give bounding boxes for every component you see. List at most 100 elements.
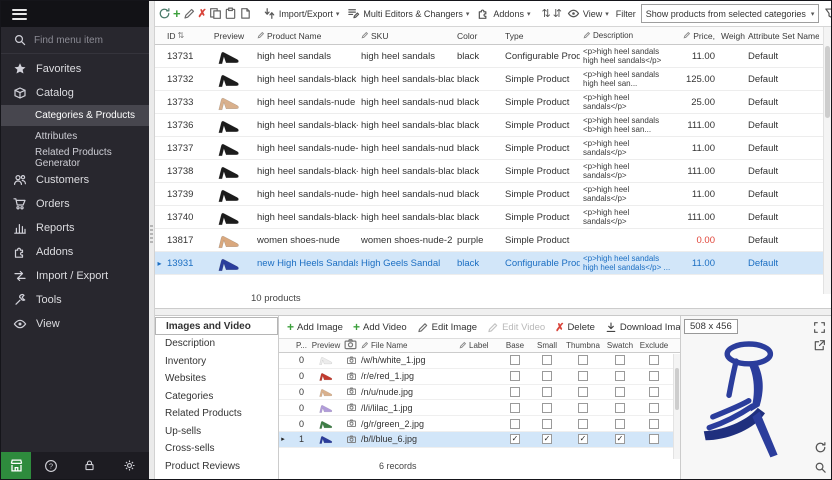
tab-images-and-video[interactable]: Images and Video xyxy=(155,317,278,335)
sidebar-item-view[interactable]: View xyxy=(1,312,149,336)
paste-button[interactable] xyxy=(224,6,237,22)
add-product-button[interactable]: + xyxy=(173,6,181,22)
column-header-ind[interactable] xyxy=(155,27,164,44)
tab-up-sells[interactable]: Up-sells xyxy=(155,423,278,441)
refresh-button[interactable] xyxy=(158,6,171,22)
exclude-checkbox[interactable] xyxy=(649,403,659,413)
product-row-13817[interactable]: 13817women shoes-nudewomen shoes-nude-2p… xyxy=(155,229,831,252)
exclude-checkbox[interactable] xyxy=(649,434,659,444)
exclude-checkbox[interactable] xyxy=(649,355,659,365)
column-header-type[interactable]: Type xyxy=(502,27,580,44)
splitter-grip[interactable] xyxy=(150,225,153,245)
edit-product-button[interactable] xyxy=(183,6,196,22)
image-column-header-cam[interactable] xyxy=(343,339,359,352)
fullscreen-icon[interactable] xyxy=(812,320,827,335)
product-row-13736[interactable]: 13736high heel sandals-black-36high heel… xyxy=(155,114,831,137)
image-row-g-r-green-2-jpg[interactable]: 0/g/r/green_2.jpg xyxy=(279,416,680,432)
column-header-weight[interactable]: Weight xyxy=(718,27,745,44)
exclude-checkbox[interactable] xyxy=(649,387,659,397)
sidebar-search[interactable]: Find menu item xyxy=(1,27,149,54)
image-column-header-label[interactable]: Label xyxy=(457,339,499,352)
swatch-checkbox[interactable]: ✓ xyxy=(615,434,625,444)
image-row-w-h-white-1-jpg[interactable]: 0/w/h/white_1.jpg xyxy=(279,353,680,369)
tab-product-reviews[interactable]: Product Reviews xyxy=(155,458,278,476)
small-checkbox[interactable] xyxy=(542,371,552,381)
add-video-button[interactable]: + Add Video xyxy=(353,320,407,334)
base-checkbox[interactable] xyxy=(510,387,520,397)
thumbnail-checkbox[interactable]: ✓ xyxy=(578,434,588,444)
store-icon[interactable] xyxy=(1,452,31,479)
tab-cross-sells[interactable]: Cross-sells xyxy=(155,440,278,458)
sidebar-item-favorites[interactable]: Favorites xyxy=(1,57,149,81)
delete-image-button[interactable]: ✗ Delete xyxy=(555,321,595,334)
product-row-13740[interactable]: 13740high heel sandals-black-38high heel… xyxy=(155,206,831,229)
scrollbar-thumb[interactable] xyxy=(675,368,679,410)
export-grid-button[interactable] xyxy=(239,6,252,22)
download-image-button[interactable]: Download Image xyxy=(605,321,680,333)
sidebar-item-import-export[interactable]: Import / Export xyxy=(1,264,149,288)
column-header-price[interactable]: Price, xyxy=(674,27,718,44)
swatch-checkbox[interactable] xyxy=(615,355,625,365)
small-checkbox[interactable] xyxy=(542,355,552,365)
column-header-preview[interactable]: Preview xyxy=(204,27,254,44)
image-column-header-preview[interactable]: Preview xyxy=(309,339,343,352)
horizontal-splitter[interactable] xyxy=(155,309,831,316)
sidebar-item-addons[interactable]: Addons xyxy=(1,240,149,264)
small-checkbox[interactable]: ✓ xyxy=(542,434,552,444)
base-checkbox[interactable]: ✓ xyxy=(510,434,520,444)
small-checkbox[interactable] xyxy=(542,387,552,397)
sidebar-item-customers[interactable]: Customers xyxy=(1,168,149,192)
sidebar-subitem-attributes[interactable]: Attributes xyxy=(1,126,149,147)
delete-product-button[interactable]: ✗ xyxy=(198,6,207,22)
lock-icon[interactable] xyxy=(70,452,109,479)
sidebar-item-tools[interactable]: Tools xyxy=(1,288,149,312)
help-icon[interactable]: ? xyxy=(31,452,70,479)
product-row-13931[interactable]: ▸13931new High Heels SandalsHigh Geels S… xyxy=(155,252,831,275)
rotate-icon[interactable] xyxy=(813,440,828,455)
base-checkbox[interactable] xyxy=(510,419,520,429)
base-checkbox[interactable] xyxy=(510,355,520,365)
product-row-13739[interactable]: 13739high heel sandals-nude-37high heel … xyxy=(155,183,831,206)
gear-icon[interactable] xyxy=(110,452,149,479)
image-column-header-small[interactable]: Small xyxy=(531,339,563,352)
add-image-button[interactable]: + Add Image xyxy=(287,320,343,334)
swatch-checkbox[interactable] xyxy=(615,387,625,397)
addons-menu[interactable]: Addons ▾ xyxy=(474,5,533,22)
thumbnail-checkbox[interactable] xyxy=(578,355,588,365)
tab-categories[interactable]: Categories xyxy=(155,388,278,406)
image-row-b-l-blue-6-jpg[interactable]: ▸1/b/l/blue_6.jpg✓✓✓✓ xyxy=(279,432,680,448)
sort-ascending-button[interactable]: ⇅ xyxy=(541,6,550,22)
multi-editors-menu[interactable]: Multi Editors & Changers ▾ xyxy=(344,5,472,22)
products-scrollbar[interactable] xyxy=(823,27,831,294)
base-checkbox[interactable] xyxy=(510,403,520,413)
image-column-header-ind[interactable] xyxy=(279,339,287,352)
swatch-checkbox[interactable] xyxy=(615,371,625,381)
product-row-13738[interactable]: 13738high heel sandals-black-37high heel… xyxy=(155,160,831,183)
open-external-icon[interactable] xyxy=(812,338,827,353)
thumbnail-checkbox[interactable] xyxy=(578,419,588,429)
image-column-header-base[interactable]: Base xyxy=(499,339,531,352)
image-column-header-thumbnail[interactable]: Thumbna xyxy=(563,339,603,352)
import-export-menu[interactable]: Import/Export ▾ xyxy=(260,5,343,22)
sidebar-item-reports[interactable]: Reports xyxy=(1,216,149,240)
filters-menu[interactable]: Filters ▾ xyxy=(821,5,831,22)
hamburger-menu-icon[interactable] xyxy=(12,6,27,22)
product-row-13737[interactable]: 13737high heel sandals-nude-36high heel … xyxy=(155,137,831,160)
column-header-sku[interactable]: SKU xyxy=(358,27,454,44)
image-column-header-file[interactable]: File Name xyxy=(359,339,457,352)
category-filter-select[interactable]: Show products from selected categories ▾ xyxy=(641,4,820,23)
zoom-icon[interactable] xyxy=(813,460,828,475)
sort-descending-button[interactable]: ⇵ xyxy=(553,6,562,22)
image-row-r-e-red-1-jpg[interactable]: 0/r/e/red_1.jpg xyxy=(279,369,680,385)
sidebar-item-orders[interactable]: Orders xyxy=(1,192,149,216)
view-menu[interactable]: View ▾ xyxy=(564,5,612,22)
small-checkbox[interactable] xyxy=(542,403,552,413)
tab-description[interactable]: Description xyxy=(155,335,278,353)
column-header-name[interactable]: Product Name xyxy=(254,27,358,44)
sidebar-subitem-related-products-generator[interactable]: Related Products Generator xyxy=(1,147,149,168)
product-row-13731[interactable]: 13731high heel sandalshigh heel sandalsb… xyxy=(155,45,831,68)
scrollbar-thumb[interactable] xyxy=(825,46,830,118)
swatch-checkbox[interactable] xyxy=(615,419,625,429)
small-checkbox[interactable] xyxy=(542,419,552,429)
sidebar-subitem-categories-products[interactable]: Categories & Products xyxy=(1,105,149,126)
